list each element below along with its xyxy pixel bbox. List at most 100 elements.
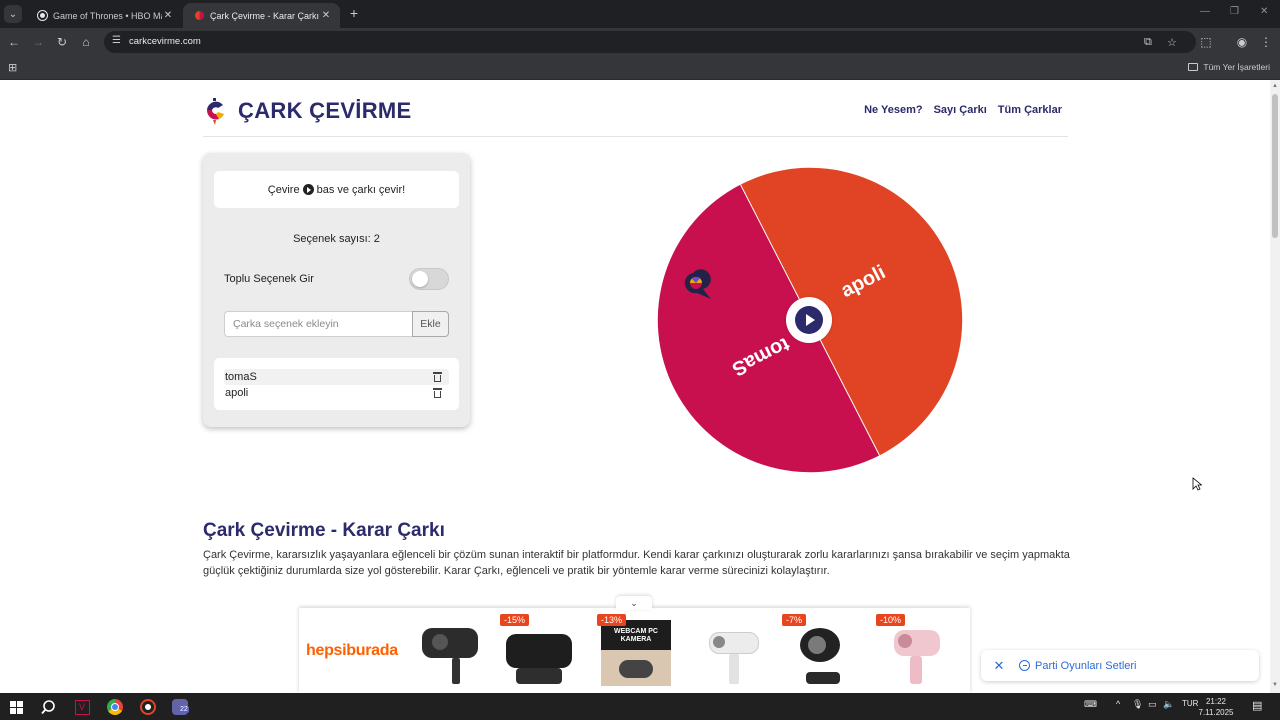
scroll-up-icon[interactable]: ▲ <box>1272 83 1278 89</box>
apps-grid-icon[interactable]: ⊞ <box>8 61 17 74</box>
scroll-thumb[interactable] <box>1272 94 1278 238</box>
minimize-icon[interactable]: — <box>1200 6 1210 17</box>
microphone-icon[interactable]: 🎙 <box>1132 699 1143 710</box>
ad-product[interactable] <box>410 614 488 691</box>
webcam-image <box>786 620 856 686</box>
spin-button[interactable] <box>786 297 832 343</box>
list-item[interactable]: tomaS <box>224 369 449 385</box>
header-divider <box>203 136 1068 137</box>
site-logo[interactable]: ÇARK ÇEVİRME <box>203 96 412 126</box>
profile-icon[interactable]: ◉ <box>1233 33 1251 51</box>
install-app-icon[interactable]: ⧉ <box>1144 36 1152 49</box>
back-icon[interactable]: ← <box>5 33 23 51</box>
ad-product[interactable]: -7% <box>782 614 860 691</box>
reload-icon[interactable]: ↻ <box>53 33 71 51</box>
discount-badge: -15% <box>500 614 530 626</box>
option-list: tomaS apoli <box>214 358 459 410</box>
option-input[interactable] <box>224 311 412 337</box>
spin-hint: Çevire bas ve çarkı çevir! <box>214 171 459 208</box>
page-content: ÇARK ÇEVİRME Ne Yesem? Sayı Çarkı Tüm Ça… <box>0 80 1270 693</box>
play-icon <box>302 184 314 195</box>
content-description: Çark Çevirme, kararsızlık yaşayanlara eğ… <box>203 549 1070 577</box>
site-info-icon[interactable]: ☰ <box>112 35 121 46</box>
ad-product[interactable]: -15% <box>500 614 578 691</box>
forward-icon[interactable]: → <box>29 33 47 51</box>
scroll-down-icon[interactable]: ▼ <box>1272 682 1278 688</box>
volume-icon[interactable]: 🔈 <box>1163 699 1174 710</box>
tab-hbo[interactable]: Game of Thrones • HBO Max ✕ <box>26 3 182 28</box>
folder-icon <box>1188 63 1199 71</box>
chrome-alt-icon[interactable] <box>139 698 157 716</box>
nav-ne-yesem[interactable]: Ne Yesem? <box>864 104 923 116</box>
webcam-image <box>880 620 950 686</box>
ad-brand: hepsiburada <box>306 642 398 659</box>
mouse-cursor-icon <box>1192 477 1202 491</box>
delete-trash-icon[interactable] <box>433 388 442 398</box>
network-icon[interactable]: ▭ <box>1148 699 1157 710</box>
webcam-image: WEBCAM PC KAMERA <box>601 620 671 686</box>
keyboard-icon[interactable]: ⌨ <box>1084 699 1097 710</box>
close-window-icon[interactable]: ✕ <box>1260 6 1268 17</box>
app-icon[interactable]: V <box>73 698 91 716</box>
chevron-down-icon[interactable]: ⌄ <box>616 596 652 610</box>
ad-product[interactable]: -10% <box>876 614 954 691</box>
chrome-icon[interactable] <box>106 698 124 716</box>
menu-icon[interactable]: ⋮ <box>1257 33 1275 51</box>
address-bar[interactable]: ☰ carkcevirme.com ⧉ ☆ <box>104 31 1196 53</box>
teams-icon[interactable]: 22 <box>171 698 189 716</box>
taskbar-badge: 22 <box>179 706 189 713</box>
bookmarks-bar: ⊞ Tüm Yer İşaretleri <box>0 56 1280 80</box>
ad-banner[interactable]: ⌄ hepsiburada -15% WEBCAM PC KAMERA -13% <box>299 596 970 693</box>
browser-toolbar: ← → ↻ ⌂ ☰ carkcevirme.com ⧉ ☆ ⬚ ◉ ⋮ <box>0 28 1280 56</box>
bookmark-star-icon[interactable]: ☆ <box>1167 36 1177 49</box>
option-label: tomaS <box>225 371 257 383</box>
top-nav: Ne Yesem? Sayı Çarkı Tüm Çarklar <box>864 104 1062 116</box>
list-item[interactable]: apoli <box>224 385 449 401</box>
toggle-knob <box>412 271 428 287</box>
logo-mark-icon <box>206 98 224 125</box>
hint-text-after: bas ve çarkı çevir! <box>316 183 406 196</box>
party-games-bar[interactable]: ✕ Parti Oyunları Setleri <box>981 650 1259 681</box>
cark-favicon-icon <box>195 11 204 20</box>
nav-sayi-carki[interactable]: Sayı Çarkı <box>934 104 987 116</box>
restore-icon[interactable]: ❐ <box>1230 6 1239 17</box>
extensions-icon[interactable]: ⬚ <box>1197 33 1215 51</box>
chevron-up-icon[interactable]: ^ <box>1116 699 1120 709</box>
tab-title: Çark Çevirme - Karar Çarkı <box>210 10 320 21</box>
taskbar: V 22 ⌨ ^ 🎙 ▭ 🔈 TUR 21:22 7.11.2025 ▤ <box>0 693 1280 720</box>
url-text: carkcevirme.com <box>129 36 201 47</box>
close-tab-icon[interactable]: ✕ <box>320 10 332 21</box>
play-icon <box>795 306 823 334</box>
home-icon[interactable]: ⌂ <box>77 33 95 51</box>
tab-cark[interactable]: Çark Çevirme - Karar Çarkı ✕ <box>183 3 340 28</box>
page-scrollbar[interactable]: ▲ ▼ <box>1270 80 1280 693</box>
ad-product[interactable] <box>695 614 773 691</box>
new-tab-icon[interactable]: + <box>346 5 362 21</box>
close-tab-icon[interactable]: ✕ <box>162 10 174 21</box>
bulk-entry-toggle[interactable] <box>409 268 449 290</box>
delete-trash-icon[interactable] <box>433 372 442 382</box>
search-icon[interactable] <box>39 698 57 716</box>
windows-start-icon[interactable] <box>7 698 25 716</box>
close-icon[interactable]: ✕ <box>989 658 1009 674</box>
tab-search-button[interactable]: ⌄ <box>4 5 22 23</box>
all-bookmarks-button[interactable]: Tüm Yer İşaretleri <box>1188 62 1270 72</box>
ad-product[interactable]: WEBCAM PC KAMERA -13% <box>597 614 675 691</box>
discount-badge: -13% <box>597 614 627 626</box>
nav-tum-carklar[interactable]: Tüm Çarklar <box>998 104 1062 116</box>
discount-badge: -7% <box>782 614 807 626</box>
add-circle-icon <box>1019 660 1030 671</box>
hint-text-before: Çevire <box>267 183 300 196</box>
content-title: Çark Çevirme - Karar Çarkı <box>203 520 445 541</box>
clock[interactable]: 21:22 7.11.2025 <box>1196 696 1236 718</box>
all-bookmarks-label: Tüm Yer İşaretleri <box>1203 62 1270 72</box>
webcam-image <box>504 620 574 686</box>
discount-badge: -10% <box>876 614 906 626</box>
clock-time: 21:22 <box>1205 697 1227 706</box>
bulk-entry-label: Toplu Seçenek Gir <box>224 273 314 285</box>
option-label: apoli <box>225 387 249 399</box>
add-option-button[interactable]: Ekle <box>412 311 449 337</box>
wheel-container: apoli tomaS <box>650 160 970 480</box>
party-games-label: Parti Oyunları Setleri <box>1035 659 1137 672</box>
notification-icon[interactable]: ▤ <box>1252 699 1262 712</box>
